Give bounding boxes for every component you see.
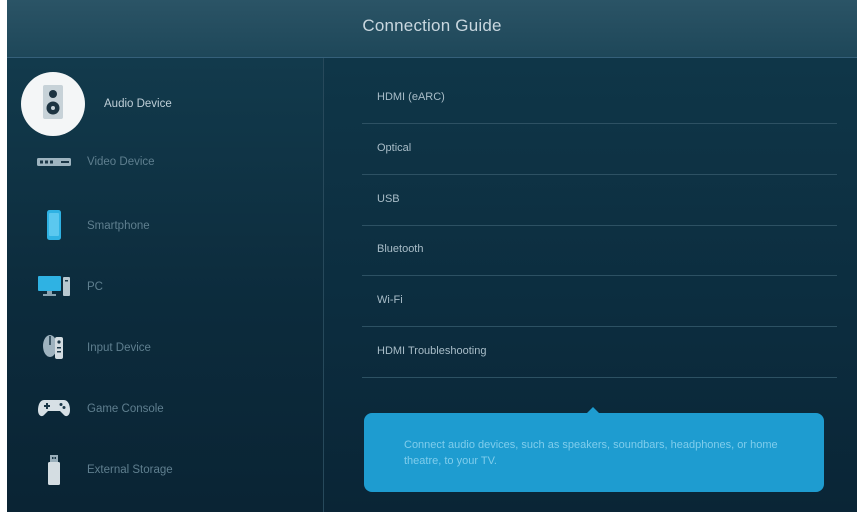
video-device-icon	[31, 139, 77, 185]
category-label: Audio Device	[104, 98, 172, 110]
tv-screen: Connection Guide Audio Device Video Devi…	[7, 0, 857, 512]
category-smartphone[interactable]: Smartphone	[7, 198, 323, 254]
category-label: PC	[87, 281, 103, 293]
option-hdmi-troubleshooting[interactable]: HDMI Troubleshooting	[362, 327, 837, 378]
option-label: USB	[377, 193, 400, 205]
tooltip-text: Connect audio devices, such as speakers,…	[404, 439, 778, 467]
help-tooltip: Connect audio devices, such as speakers,…	[364, 407, 824, 492]
input-device-icon	[31, 324, 77, 370]
option-bluetooth[interactable]: Bluetooth	[362, 225, 837, 276]
option-label: Optical	[377, 142, 412, 154]
selected-highlight	[21, 72, 85, 136]
category-input-device[interactable]: Input Device	[7, 320, 323, 376]
category-label: Game Console	[87, 403, 164, 415]
category-label: Video Device	[87, 156, 155, 168]
category-label: Smartphone	[87, 220, 150, 232]
title-bar: Connection Guide	[7, 0, 857, 58]
category-video-device[interactable]: Video Device	[7, 134, 323, 190]
option-label: Bluetooth	[377, 243, 424, 255]
option-usb[interactable]: USB	[362, 175, 837, 226]
pc-icon	[31, 263, 77, 309]
gamepad-icon	[31, 385, 77, 431]
option-label: HDMI Troubleshooting	[377, 345, 487, 357]
category-list: Audio Device Video Device Smartphone PC …	[7, 58, 323, 512]
option-label: Wi-Fi	[377, 294, 403, 306]
usb-storage-icon	[31, 447, 77, 493]
category-pc[interactable]: PC	[7, 259, 323, 315]
option-label: HDMI (eARC)	[377, 91, 445, 103]
category-game-console[interactable]: Game Console	[7, 381, 323, 437]
category-label: External Storage	[87, 464, 173, 476]
page-title: Connection Guide	[362, 16, 502, 35]
speaker-icon	[40, 84, 66, 125]
option-optical[interactable]: Optical	[362, 124, 837, 175]
category-label: Input Device	[87, 342, 151, 354]
option-hdmi-earc[interactable]: HDMI (eARC)	[362, 73, 837, 124]
smartphone-icon	[31, 202, 77, 248]
category-external-storage[interactable]: External Storage	[7, 442, 323, 498]
option-wifi[interactable]: Wi-Fi	[362, 276, 837, 327]
